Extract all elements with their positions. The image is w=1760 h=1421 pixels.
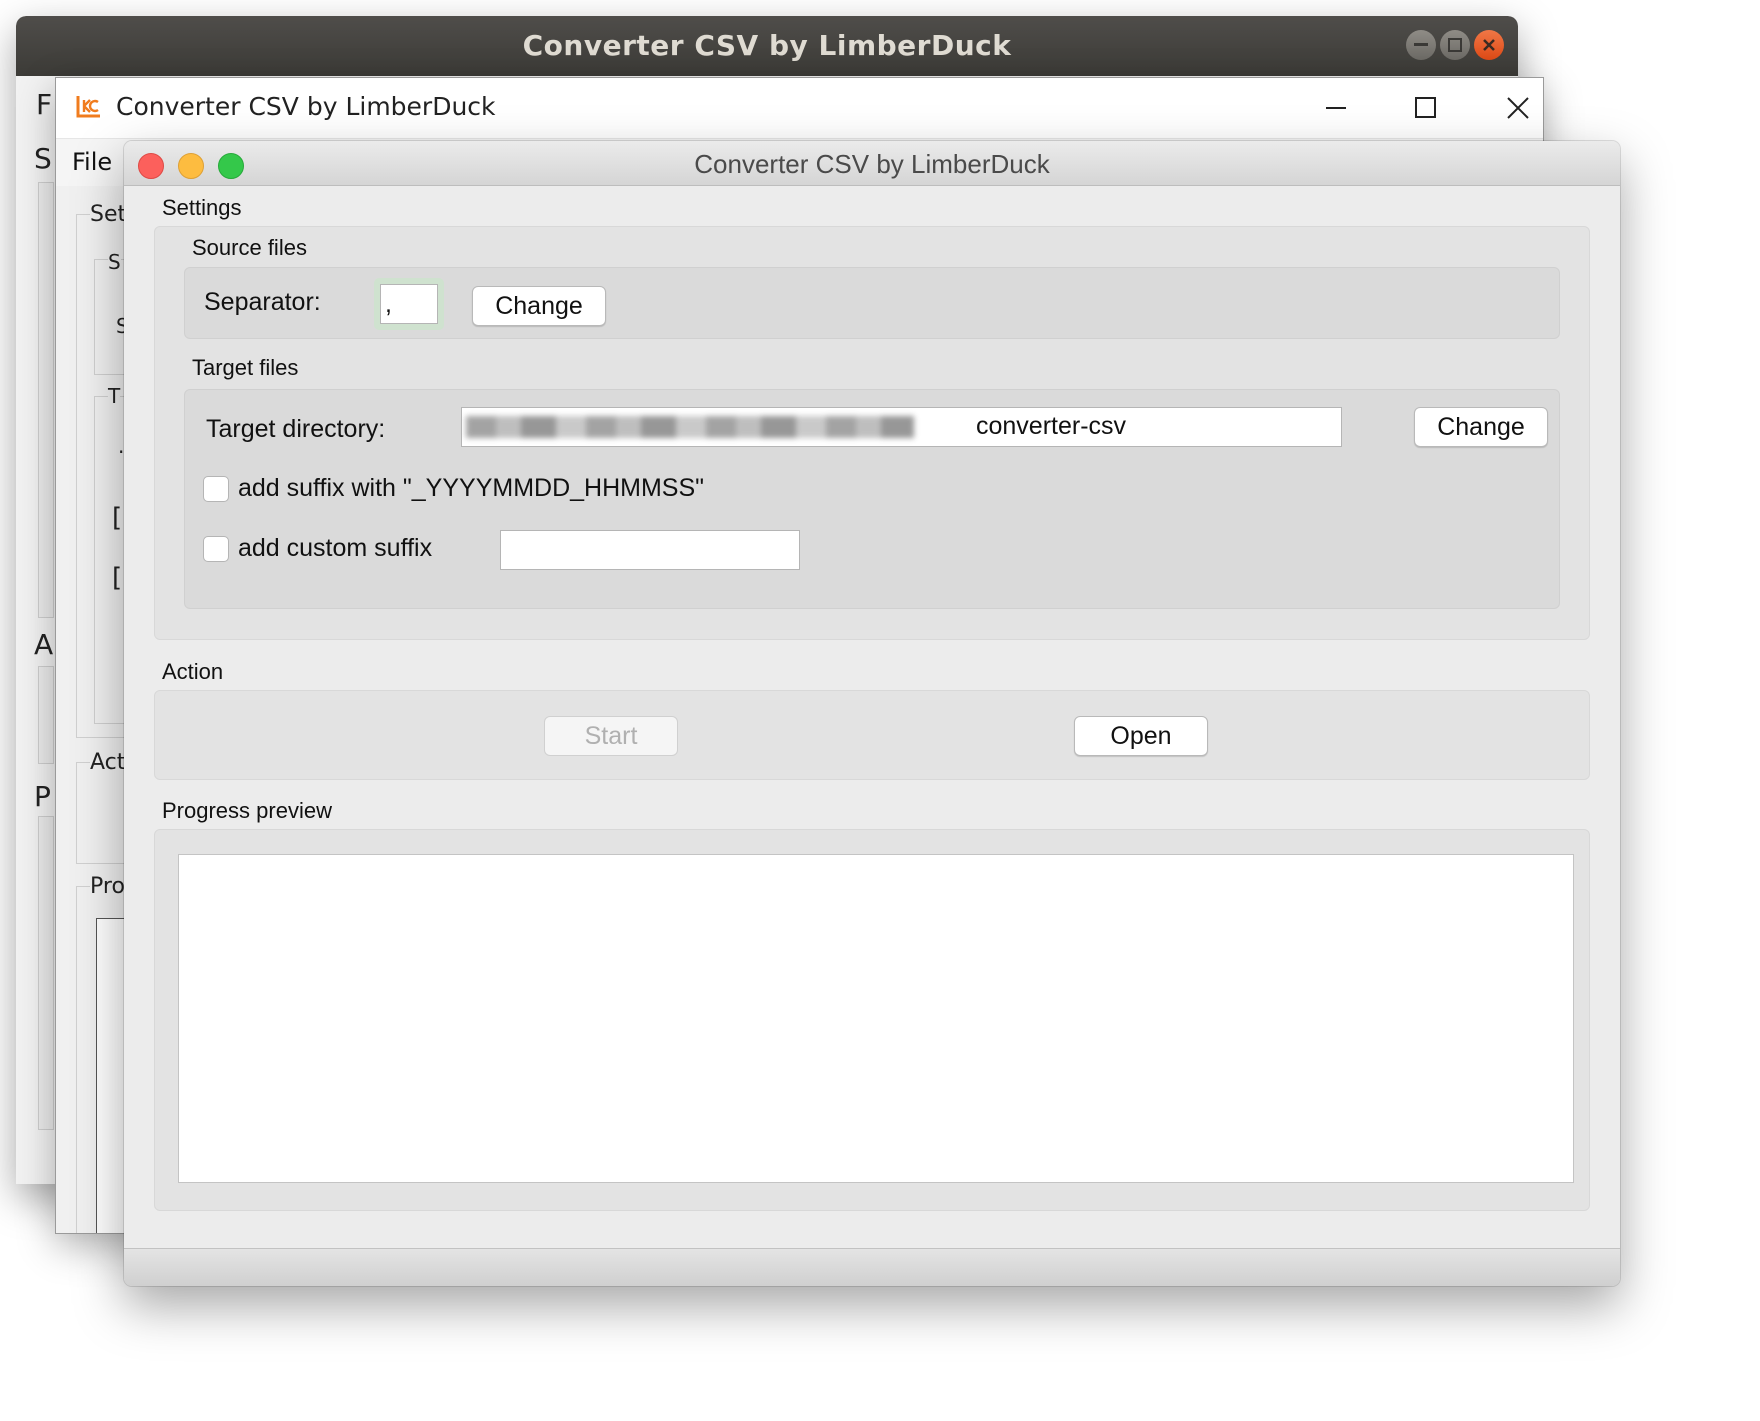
target-directory-label: Target directory: — [206, 415, 386, 443]
custom-suffix-checkbox[interactable] — [203, 536, 229, 562]
menu-file[interactable]: File — [72, 148, 112, 176]
redacted-path — [466, 416, 914, 438]
ubuntu-menu-file-fragment[interactable]: F — [36, 88, 52, 121]
windows-source-fragment: S — [108, 250, 121, 274]
ubuntu-progress-group — [38, 816, 54, 1130]
action-group — [154, 690, 1590, 780]
progress-preview-title: Progress preview — [162, 798, 332, 823]
custom-suffix-label: add custom suffix — [238, 534, 433, 562]
windows-progress-fragment: Pro — [90, 874, 125, 899]
close-icon[interactable] — [1474, 30, 1504, 60]
app-logo-icon — [76, 96, 100, 118]
action-title: Action — [162, 659, 224, 684]
windows-window-title: Converter CSV by LimberDuck — [116, 92, 496, 121]
target-directory-value: converter-csv — [976, 412, 1127, 440]
settings-title: Settings — [162, 195, 242, 220]
windows-checkbox-fragment[interactable]: [ — [112, 503, 122, 533]
status-bar — [124, 1248, 1620, 1286]
ubuntu-action-fragment: A — [34, 628, 54, 661]
ubuntu-settings-fragment: S — [34, 142, 52, 175]
ubuntu-window-title: Converter CSV by LimberDuck — [522, 29, 1012, 62]
maximize-icon[interactable] — [1440, 30, 1470, 60]
windows-settings-fragment: Set — [90, 202, 127, 227]
open-button[interactable]: Open — [1074, 716, 1208, 756]
ubuntu-progress-fragment: P — [34, 780, 51, 813]
progress-log[interactable] — [178, 854, 1574, 1183]
target-files-title: Target files — [192, 355, 299, 380]
windows-target-fragment: T — [108, 384, 121, 408]
target-change-button[interactable]: Change — [1414, 407, 1548, 447]
custom-suffix-input[interactable] — [500, 530, 800, 570]
minimize-icon[interactable] — [1406, 30, 1436, 60]
close-icon[interactable] — [1488, 88, 1543, 128]
source-files-title: Source files — [192, 235, 307, 260]
target-directory-input[interactable]: converter-csv — [461, 407, 1342, 447]
windows-action-fragment: Act — [90, 750, 126, 775]
suffix-datetime-label: add suffix with "_YYYYMMDD_HHMMSS" — [238, 474, 705, 502]
mac-window: Converter CSV by LimberDuck Settings Sou… — [124, 141, 1620, 1286]
minimize-icon[interactable] — [1306, 88, 1366, 128]
separator-input[interactable] — [380, 284, 438, 324]
mac-window-title: Converter CSV by LimberDuck — [694, 149, 1050, 179]
separator-label: Separator: — [204, 288, 321, 316]
suffix-datetime-checkbox[interactable] — [203, 476, 229, 502]
maximize-icon[interactable] — [1396, 88, 1456, 128]
source-change-button[interactable]: Change — [472, 286, 606, 326]
ubuntu-settings-group — [38, 182, 54, 618]
windows-checkbox-fragment[interactable]: [ — [112, 563, 122, 593]
start-button[interactable]: Start — [544, 716, 678, 756]
ubuntu-action-group — [38, 666, 54, 764]
